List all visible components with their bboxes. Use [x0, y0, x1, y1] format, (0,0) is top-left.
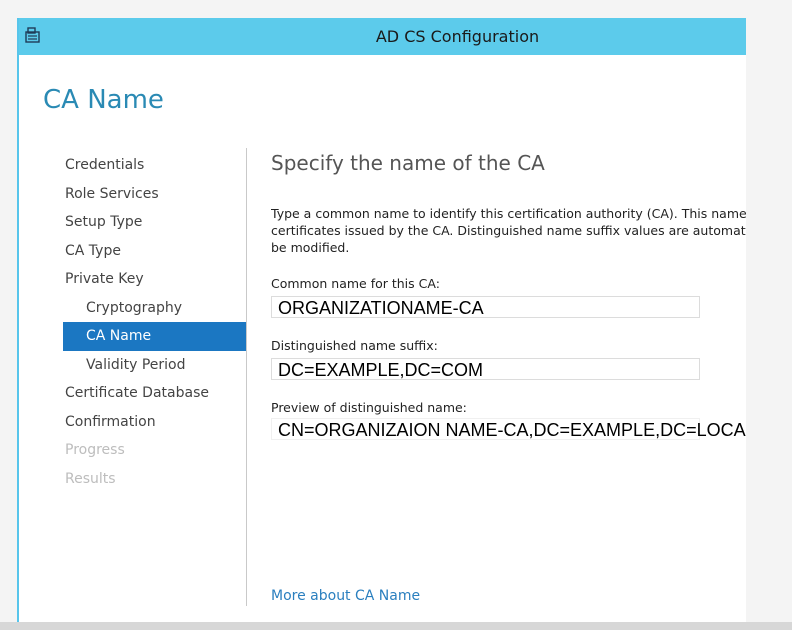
nav-item-cryptography[interactable]: Cryptography: [63, 294, 246, 323]
dn-suffix-label: Distinguished name suffix:: [271, 338, 438, 353]
nav-item-ca-name[interactable]: CA Name: [63, 322, 246, 351]
nav-item-progress: Progress: [65, 442, 125, 458]
nav-item-role-services[interactable]: Role Services: [63, 180, 246, 209]
dn-suffix-input[interactable]: DC=EXAMPLE,DC=COM: [271, 358, 700, 380]
nav-item-private-key[interactable]: Private Key: [63, 265, 246, 294]
description-text: Type a common name to identify this cert…: [271, 206, 746, 255]
nav-item-validity-period[interactable]: Validity Period: [63, 351, 246, 380]
section-heading: Specify the name of the CA: [271, 151, 545, 175]
nav-item-ca-type[interactable]: CA Type: [63, 237, 246, 266]
title-bar[interactable]: AD CS Configuration: [19, 18, 746, 55]
preview-field: CN=ORGANIZAION NAME-CA,DC=EXAMPLE,DC=LOC…: [271, 418, 746, 440]
wizard-nav: Credentials Role Services Setup Type CA …: [63, 151, 246, 493]
preview-label: Preview of distinguished name:: [271, 400, 467, 415]
nav-item-results: Results: [65, 470, 116, 487]
common-name-input[interactable]: ORGANIZATIONAME-CA: [271, 296, 700, 318]
nav-item-setup-type[interactable]: Setup Type: [63, 208, 246, 237]
nav-item-confirmation[interactable]: Confirmation: [63, 408, 246, 437]
nav-item-certificate-database[interactable]: Certificate Database: [63, 379, 246, 408]
window-title: AD CS Configuration: [375, 27, 540, 46]
bottom-strip: [0, 622, 792, 630]
content-panel: Specify the name of the CA Type a common…: [271, 148, 746, 440]
page-title: CA Name: [43, 85, 164, 115]
common-name-label: Common name for this CA:: [271, 276, 440, 291]
more-about-ca-name-link[interactable]: More about CA Name: [271, 588, 420, 604]
nav-divider: [246, 148, 247, 606]
nav-item-credentials[interactable]: Credentials: [63, 151, 246, 180]
ad-cs-configuration-window: AD CS Configuration CA Name Credentials …: [17, 18, 746, 622]
